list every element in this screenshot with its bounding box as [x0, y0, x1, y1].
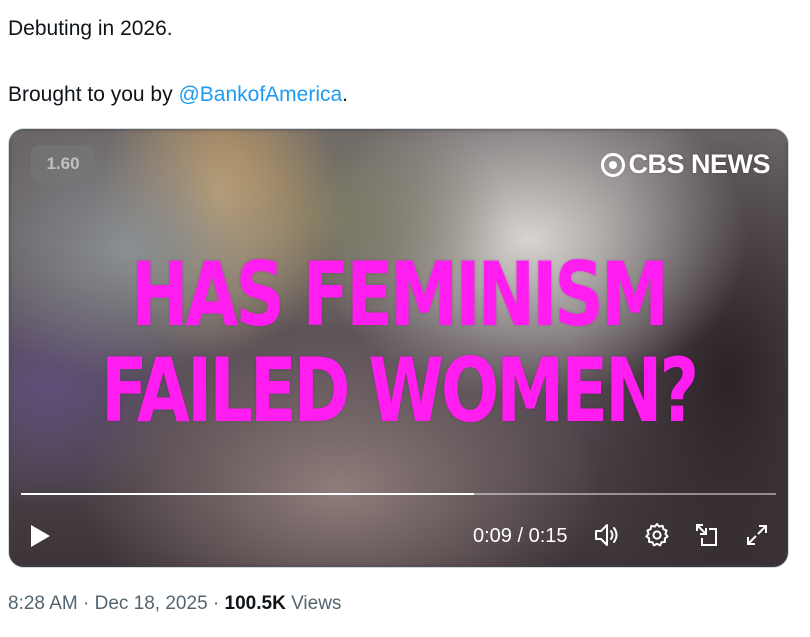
gear-icon: [645, 523, 669, 547]
progress-fill: [21, 493, 474, 495]
settings-button[interactable]: [641, 519, 673, 551]
tweet-text-prefix: Brought to you by: [8, 83, 179, 106]
post-date[interactable]: Dec 18, 2025: [95, 593, 208, 614]
views-count: 100.5K: [224, 593, 286, 614]
separator: ·: [207, 593, 225, 614]
tweet-text-line-1: Debuting in 2026.: [8, 17, 173, 40]
volume-icon: [595, 524, 618, 546]
video-player[interactable]: 1.60 CBS NEWS HAS FEMINISM FAILED WOMEN?…: [8, 128, 789, 568]
tweet-text-suffix: .: [342, 83, 349, 106]
views-label: Views: [285, 593, 342, 614]
playback-rate-badge[interactable]: 1.60: [31, 145, 95, 183]
headline-line-1: HAS FEMINISM: [131, 243, 669, 346]
tweet-text-line-2: Brought to you by @BankofAmerica.: [8, 82, 348, 108]
time-display: 0:09 / 0:15: [473, 525, 568, 547]
separator: ·: [77, 593, 95, 614]
network-logo: CBS NEWS: [601, 149, 770, 180]
headline-line-2: FAILED WOMEN?: [100, 339, 699, 442]
network-logo-text: CBS NEWS: [628, 149, 770, 179]
dock-button[interactable]: [691, 519, 723, 551]
video-headline: HAS FEMINISM FAILED WOMEN?: [95, 247, 703, 439]
tweet-metadata: 8:28 AM · Dec 18, 2025 · 100.5K Views: [8, 592, 341, 616]
mention-link[interactable]: @BankofAmerica: [178, 83, 342, 106]
post-time[interactable]: 8:28 AM: [8, 593, 78, 614]
eye-logo-icon: [601, 152, 626, 177]
play-icon: [31, 525, 50, 547]
progress-bar[interactable]: [21, 493, 776, 495]
volume-button[interactable]: [591, 519, 623, 551]
fullscreen-icon: [747, 525, 767, 545]
picture-in-picture-icon: [696, 524, 717, 546]
play-button[interactable]: [25, 521, 55, 551]
fullscreen-button[interactable]: [741, 519, 773, 551]
video-controls: 0:09 / 0:15: [9, 507, 788, 567]
